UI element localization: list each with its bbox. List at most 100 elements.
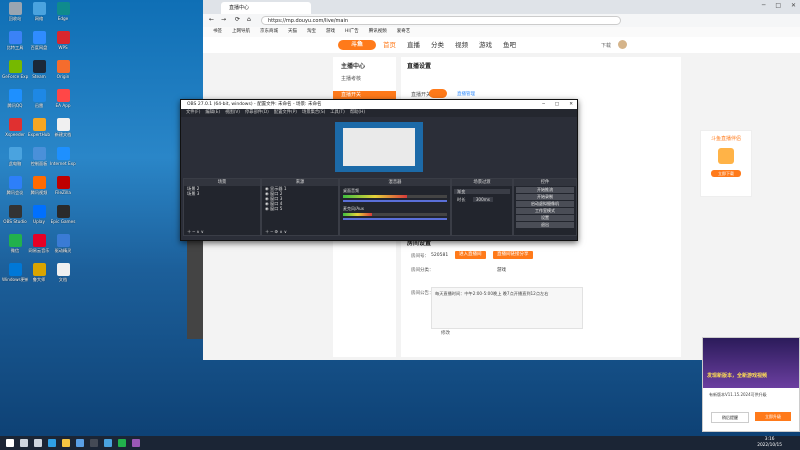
- share-link-button[interactable]: 直播间链接分享: [493, 251, 533, 259]
- desktop-icon[interactable]: 网易云音乐: [26, 234, 52, 262]
- later-button[interactable]: 稍后提醒: [711, 412, 749, 423]
- refresh-icon[interactable]: ⟳: [235, 16, 240, 23]
- bookmark-item[interactable]: 游戏: [326, 29, 335, 34]
- back-icon[interactable]: ←: [209, 16, 214, 23]
- obs-preview[interactable]: [335, 122, 423, 172]
- desktop-icon[interactable]: 新建文档: [50, 118, 76, 146]
- left-menu-item[interactable]: 直播开关: [333, 91, 396, 99]
- site-nav-item[interactable]: 视频: [455, 37, 468, 53]
- browser-tab[interactable]: 直播中心: [221, 2, 311, 14]
- desktop-icon[interactable]: FileZilla: [50, 176, 76, 204]
- start-icon[interactable]: [6, 439, 14, 447]
- desktop-icon[interactable]: 驱动精灵: [50, 234, 76, 262]
- obs-control-button[interactable]: 工作室模式: [516, 208, 574, 214]
- desktop-icon[interactable]: 网络: [26, 2, 52, 30]
- bookmark-item[interactable]: 京东商城: [260, 29, 278, 34]
- desktop-icon[interactable]: 控制面板: [26, 147, 52, 175]
- bookmark-item[interactable]: 天猫: [288, 29, 297, 34]
- edit-notice-button[interactable]: 修改: [441, 330, 450, 336]
- obs-menu-item[interactable]: 视图(V): [225, 110, 240, 115]
- download-link[interactable]: 下载: [601, 42, 611, 49]
- volume-slider[interactable]: [343, 218, 447, 220]
- obs-menu-item[interactable]: 帮助(H): [350, 110, 365, 115]
- obs-control-button[interactable]: 退出: [516, 222, 574, 228]
- desktop-icon[interactable]: 腾讯会议: [2, 176, 28, 204]
- desktop-icon[interactable]: 微信: [2, 234, 28, 262]
- desktop-icon[interactable]: 文档: [50, 263, 76, 291]
- obs-control-button[interactable]: 启动虚拟摄像机: [516, 201, 574, 207]
- desktop-icon[interactable]: Steam: [26, 60, 52, 88]
- chat-icon[interactable]: [132, 439, 140, 447]
- obs-close-icon[interactable]: ✕: [569, 100, 573, 109]
- close-icon[interactable]: ✕: [791, 2, 796, 9]
- bookmark-item[interactable]: HI广告: [345, 29, 359, 34]
- site-nav-item[interactable]: 分类: [431, 37, 444, 53]
- browser-icon[interactable]: [104, 439, 112, 447]
- desktop-icon[interactable]: 鲁大师: [26, 263, 52, 291]
- desktop-icon[interactable]: 此电脑: [2, 147, 28, 175]
- transition-duration[interactable]: 时长 300ms: [454, 197, 510, 202]
- obs-maximize-icon[interactable]: □: [555, 100, 559, 109]
- desktop-icon[interactable]: 比特工具: [2, 31, 28, 59]
- address-bar[interactable]: https://mp.douyu.com/live/main: [261, 16, 621, 25]
- desktop-icon[interactable]: Uplay: [26, 205, 52, 233]
- desktop-icon[interactable]: Epic Games: [50, 205, 76, 233]
- obs-control-button[interactable]: 设置: [516, 215, 574, 221]
- bookmark-item[interactable]: 爱奇艺: [397, 29, 411, 34]
- explorer-icon[interactable]: [62, 439, 70, 447]
- obs-menu-item[interactable]: 编辑(E): [205, 110, 220, 115]
- desktop-icon[interactable]: 腾讯视频: [26, 176, 52, 204]
- update-button[interactable]: 立即升级: [755, 412, 791, 421]
- site-logo[interactable]: 斗鱼: [338, 40, 376, 50]
- site-nav-item[interactable]: 鱼吧: [503, 37, 516, 53]
- obs-minimize-icon[interactable]: ─: [542, 100, 545, 109]
- bookmark-item[interactable]: 淘宝: [307, 29, 316, 34]
- home-icon[interactable]: ⌂: [247, 16, 251, 23]
- avatar[interactable]: [618, 40, 627, 49]
- site-nav-item[interactable]: 首页: [383, 37, 396, 53]
- obs-menu-item[interactable]: 工具(T): [330, 110, 345, 115]
- obs-menu-item[interactable]: 场景集合(S): [302, 110, 325, 115]
- scene-item[interactable]: 场景 3: [184, 191, 260, 196]
- obs-icon[interactable]: [90, 439, 98, 447]
- desktop-icon[interactable]: GeForce Experience: [2, 60, 28, 88]
- bookmark-item[interactable]: 上网导航: [232, 29, 250, 34]
- desktop-icon[interactable]: 腾讯QQ: [2, 89, 28, 117]
- desktop-icon[interactable]: Xspeeder: [2, 118, 28, 146]
- desktop-icon[interactable]: ExpertHub: [26, 118, 52, 146]
- desktop-icon[interactable]: EA App: [50, 89, 76, 117]
- search-icon[interactable]: [20, 439, 28, 447]
- minimize-icon[interactable]: ─: [762, 2, 766, 9]
- desktop-icon[interactable]: Internet Explorer: [50, 147, 76, 175]
- obs-menu-item[interactable]: 停靠部件(D): [245, 110, 269, 115]
- site-nav-item[interactable]: 直播: [407, 37, 420, 53]
- toggle-hint[interactable]: 直播管理: [457, 91, 475, 97]
- notice-box[interactable]: 每天直播时间：中午2:00-5:00晚上 晚7点开播直到12点左右: [431, 287, 583, 329]
- desktop-icon[interactable]: 迅雷: [26, 89, 52, 117]
- maximize-icon[interactable]: □: [775, 2, 781, 9]
- desktop-icon[interactable]: WPS: [50, 31, 76, 59]
- stream-toggle[interactable]: [429, 89, 447, 98]
- enter-room-button[interactable]: 进入直播间: [455, 251, 486, 259]
- transition-type[interactable]: 渐变: [454, 189, 510, 194]
- store-icon[interactable]: [76, 439, 84, 447]
- left-menu-item[interactable]: 主播考核: [341, 75, 361, 82]
- desktop-icon[interactable]: Origin: [50, 60, 76, 88]
- bookmark-item[interactable]: 书签: [213, 29, 222, 34]
- forward-icon[interactable]: →: [221, 16, 226, 23]
- desktop-icon[interactable]: OBS Studio: [2, 205, 28, 233]
- obs-control-button[interactable]: 开始推流: [516, 187, 574, 193]
- site-nav-item[interactable]: 游戏: [479, 37, 492, 53]
- desktop-icon[interactable]: Edge: [50, 2, 76, 30]
- obs-menu-item[interactable]: 文件(F): [186, 110, 200, 115]
- desktop-icon[interactable]: 百度网盘: [26, 31, 52, 59]
- clock[interactable]: 3:16 2022/10/15: [757, 437, 782, 448]
- wechat-icon[interactable]: [118, 439, 126, 447]
- card-download-button[interactable]: 立即下载: [711, 170, 741, 177]
- edge-icon[interactable]: [48, 439, 56, 447]
- obs-control-button[interactable]: 开始录制: [516, 194, 574, 200]
- source-item[interactable]: ◉ 窗口 5: [262, 206, 338, 211]
- taskview-icon[interactable]: [34, 439, 42, 447]
- desktop-icon[interactable]: 回收站: [2, 2, 28, 30]
- desktop-icon[interactable]: Windows更新: [2, 263, 28, 291]
